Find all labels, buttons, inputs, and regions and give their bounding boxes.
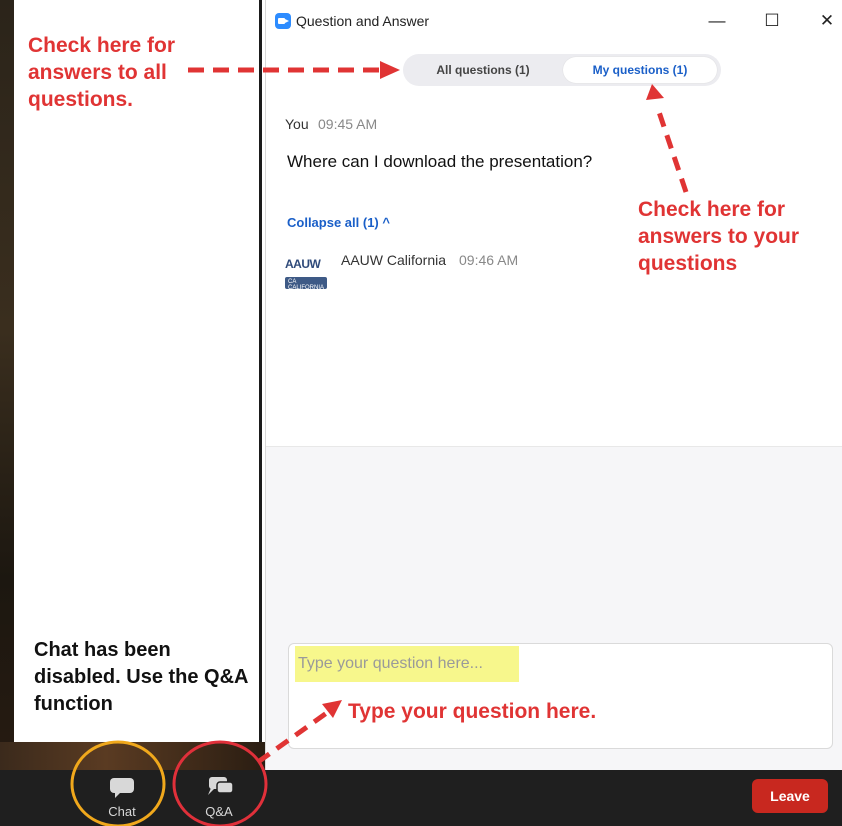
title-bar: Question and Answer — ☐ ✕ bbox=[266, 0, 842, 42]
chat-label: Chat bbox=[108, 804, 136, 819]
chat-button[interactable]: Chat bbox=[87, 770, 157, 826]
chat-icon bbox=[110, 778, 134, 798]
question-author: You bbox=[285, 116, 309, 132]
minimize-icon[interactable]: — bbox=[703, 8, 731, 34]
annotation-type-question: Type your question here. bbox=[348, 700, 597, 723]
maximize-icon[interactable]: ☐ bbox=[758, 8, 786, 34]
question-text: Where can I download the presentation? bbox=[287, 152, 593, 171]
annotation-your-questions: Check here for answers to your questions bbox=[638, 198, 800, 275]
qa-icon bbox=[208, 777, 234, 795]
avatar-subtext: CA CALIFORNIA bbox=[288, 279, 325, 291]
tab-my-questions[interactable]: My questions (1) bbox=[563, 57, 717, 83]
answer-time: 09:46 AM bbox=[459, 252, 519, 268]
collapse-all-button[interactable]: Collapse all (1) ^ bbox=[287, 215, 390, 230]
answer-author: AAUW California bbox=[341, 252, 447, 268]
question-tabs: All questions (1) My questions (1) bbox=[403, 54, 721, 86]
app-icon bbox=[275, 13, 291, 29]
window-title: Question and Answer bbox=[296, 13, 430, 29]
close-icon[interactable]: ✕ bbox=[813, 8, 841, 34]
tab-all-questions[interactable]: All questions (1) bbox=[407, 57, 559, 83]
video-strip bbox=[0, 742, 265, 770]
meeting-toolbar: Chat Q&A Leave bbox=[0, 770, 842, 826]
chat-disabled-note: Chat has been disabled. Use the Q&A func… bbox=[34, 639, 248, 715]
qa-window: Question and Answer — ☐ ✕ All questions … bbox=[265, 0, 842, 770]
video-edge bbox=[0, 0, 14, 826]
qa-button[interactable]: Q&A bbox=[184, 770, 254, 826]
avatar: AAUW CA CALIFORNIA bbox=[285, 250, 329, 294]
leave-button[interactable]: Leave bbox=[752, 779, 828, 813]
avatar-logo-text: AAUW bbox=[285, 257, 321, 271]
question-input-box[interactable] bbox=[288, 643, 833, 749]
qa-label: Q&A bbox=[205, 804, 233, 819]
question-time: 09:45 AM bbox=[318, 116, 378, 132]
annotation-all-questions: Check here for answers to all questions. bbox=[28, 34, 176, 111]
question-input[interactable] bbox=[298, 652, 798, 676]
